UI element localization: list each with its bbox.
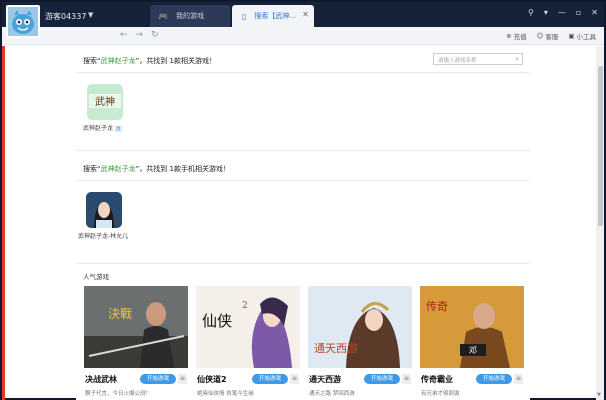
- toolbar: ← → ↻ ⊕ 充值 ☺ 客服 ▣ 小工具: [2, 27, 604, 45]
- more-icon[interactable]: ≡: [178, 374, 187, 384]
- tab-label: 搜索【武神...: [254, 12, 297, 20]
- menu-icon[interactable]: ▾: [544, 8, 548, 17]
- navigation-buttons: ← → ↻: [120, 30, 159, 40]
- charge-button[interactable]: ⊕ 充值: [506, 31, 526, 41]
- svg-text:決戰: 決戰: [108, 307, 132, 321]
- game-name-label: 武神赵子龙: [83, 125, 114, 132]
- mobile-game-icon[interactable]: [86, 192, 122, 228]
- charge-icon: ⊕: [506, 32, 512, 40]
- result-keyword[interactable]: 武神赵子龙: [101, 57, 136, 65]
- toolbox-label: 小工具: [576, 33, 597, 41]
- game-artwork[interactable]: 決戰: [84, 286, 188, 368]
- game-title[interactable]: 仙侠道2: [197, 374, 227, 385]
- main-content: 搜索“武神赵子龙”，共找到 1款相关游戏！ 请输入游戏名称 ⌕ 武神 武神赵子龙…: [76, 46, 530, 400]
- game-title[interactable]: 传奇霸业: [421, 374, 453, 385]
- toolbox-icon: ▣: [568, 32, 575, 40]
- platform-badge: 页: [115, 125, 122, 132]
- avatar[interactable]: [6, 5, 40, 38]
- game-name[interactable]: 武神赵子龙页: [83, 123, 122, 132]
- divider: [76, 72, 530, 73]
- search-input[interactable]: 请输入游戏名称 ⌕: [433, 53, 523, 65]
- mobile-game-name[interactable]: 武神赵子龙-林允儿: [78, 231, 128, 240]
- game-icon[interactable]: 武神: [87, 84, 123, 120]
- game-description: 飘子代言，今日火爆公测！: [85, 391, 152, 397]
- background-edge: [2, 46, 5, 400]
- game-title[interactable]: 决战武林: [85, 374, 117, 385]
- document-icon: ▯: [242, 11, 247, 21]
- more-icon[interactable]: ≡: [290, 374, 299, 384]
- popular-game-card[interactable]: 传奇 邓 传奇霸业 开始游戏 ≡ 有兄弟才够刺激: [420, 286, 524, 398]
- game-artwork[interactable]: 通天西游: [308, 286, 412, 368]
- result-keyword[interactable]: 武神赵子龙: [101, 165, 136, 173]
- game-description: 通天之路 梦回西游: [309, 391, 355, 397]
- gamepad-icon: 🎮: [158, 11, 168, 21]
- svg-text:仙侠: 仙侠: [202, 312, 232, 330]
- start-game-button[interactable]: 开始游戏: [252, 374, 288, 384]
- popular-games-title: 人气游戏: [83, 273, 109, 281]
- game-artwork[interactable]: 仙侠 2: [196, 286, 300, 368]
- tool-buttons: ⊕ 充值 ☺ 客服 ▣ 小工具: [506, 31, 596, 41]
- more-icon[interactable]: ≡: [402, 374, 411, 384]
- svg-text:武神: 武神: [95, 95, 115, 108]
- minimize-icon[interactable]: —: [558, 8, 566, 17]
- tab-my-games[interactable]: 🎮 我的游戏: [150, 5, 230, 27]
- result-suffix: ”，共找到 1款相关游戏！: [135, 57, 216, 65]
- game-artwork[interactable]: 传奇 邓: [420, 286, 524, 368]
- start-game-button[interactable]: 开始游戏: [476, 374, 512, 384]
- chevron-down-icon[interactable]: ▼: [88, 11, 93, 19]
- back-icon[interactable]: ←: [120, 30, 128, 40]
- scrollbar-thumb[interactable]: [598, 66, 603, 226]
- search-placeholder: 请输入游戏名称: [438, 58, 477, 64]
- window-controls: ⚲ ▾ — ▫ ✕: [528, 8, 598, 17]
- divider: [76, 180, 530, 181]
- charge-label: 充值: [513, 33, 527, 41]
- popular-game-card[interactable]: 仙侠 2 仙侠道2 开始游戏 ≡ 绝染仙侠情 执笔今生缘: [196, 286, 300, 398]
- result-suffix: ”，共找到 1款手机相关游戏！: [135, 165, 230, 173]
- skin-icon[interactable]: ⚲: [528, 8, 534, 17]
- svg-text:通天西游: 通天西游: [314, 342, 358, 355]
- result-prefix: 搜索“: [83, 57, 101, 65]
- popular-game-card[interactable]: 決戰 决战武林 开始游戏 ≡ 飘子代言，今日火爆公测！: [84, 286, 188, 398]
- maximize-icon[interactable]: ▫: [576, 8, 581, 17]
- search-icon[interactable]: ⌕: [515, 55, 519, 64]
- close-tab-icon[interactable]: ✕: [302, 10, 309, 19]
- svg-text:2: 2: [242, 301, 248, 311]
- svg-text:传奇: 传奇: [426, 300, 448, 313]
- refresh-icon[interactable]: ↻: [151, 30, 159, 40]
- app-window: 游客04337 ▼ 🎮 我的游戏 ▯ 搜索【武神... ✕ ⚲ ▾ — ▫ ✕: [0, 0, 606, 400]
- tab-search[interactable]: ▯ 搜索【武神... ✕: [232, 5, 314, 27]
- tab-label: 我的游戏: [175, 12, 204, 20]
- mobile-result-heading: 搜索“武神赵子龙”，共找到 1款手机相关游戏！: [83, 164, 230, 174]
- close-icon[interactable]: ✕: [591, 8, 598, 17]
- toolbox-button[interactable]: ▣ 小工具: [568, 31, 596, 41]
- scroll-down-icon[interactable]: ▼: [597, 392, 601, 398]
- popular-game-card[interactable]: 通天西游 通天西游 开始游戏 ≡ 通天之路 梦回西游: [308, 286, 412, 398]
- result-prefix: 搜索“: [83, 165, 101, 173]
- title-bar: 游客04337 ▼ 🎮 我的游戏 ▯ 搜索【武神... ✕ ⚲ ▾ — ▫ ✕: [2, 2, 604, 27]
- game-description: 有兄弟才够刺激: [421, 391, 460, 397]
- service-label: 客服: [545, 33, 559, 41]
- svg-text:邓: 邓: [469, 346, 477, 355]
- game-title[interactable]: 通天西游: [309, 374, 341, 385]
- start-game-button[interactable]: 开始游戏: [140, 374, 176, 384]
- pc-result-heading: 搜索“武神赵子龙”，共找到 1款相关游戏！: [83, 56, 216, 66]
- game-description: 绝染仙侠情 执笔今生缘: [197, 391, 254, 397]
- divider: [76, 263, 530, 264]
- forward-icon[interactable]: →: [136, 30, 144, 40]
- scrollbar[interactable]: ▼: [596, 46, 604, 400]
- more-icon[interactable]: ≡: [514, 374, 523, 384]
- service-button[interactable]: ☺ 客服: [537, 31, 559, 41]
- start-game-button[interactable]: 开始游戏: [364, 374, 400, 384]
- divider: [76, 150, 530, 151]
- username[interactable]: 游客04337: [45, 11, 86, 22]
- service-icon: ☺: [536, 32, 544, 40]
